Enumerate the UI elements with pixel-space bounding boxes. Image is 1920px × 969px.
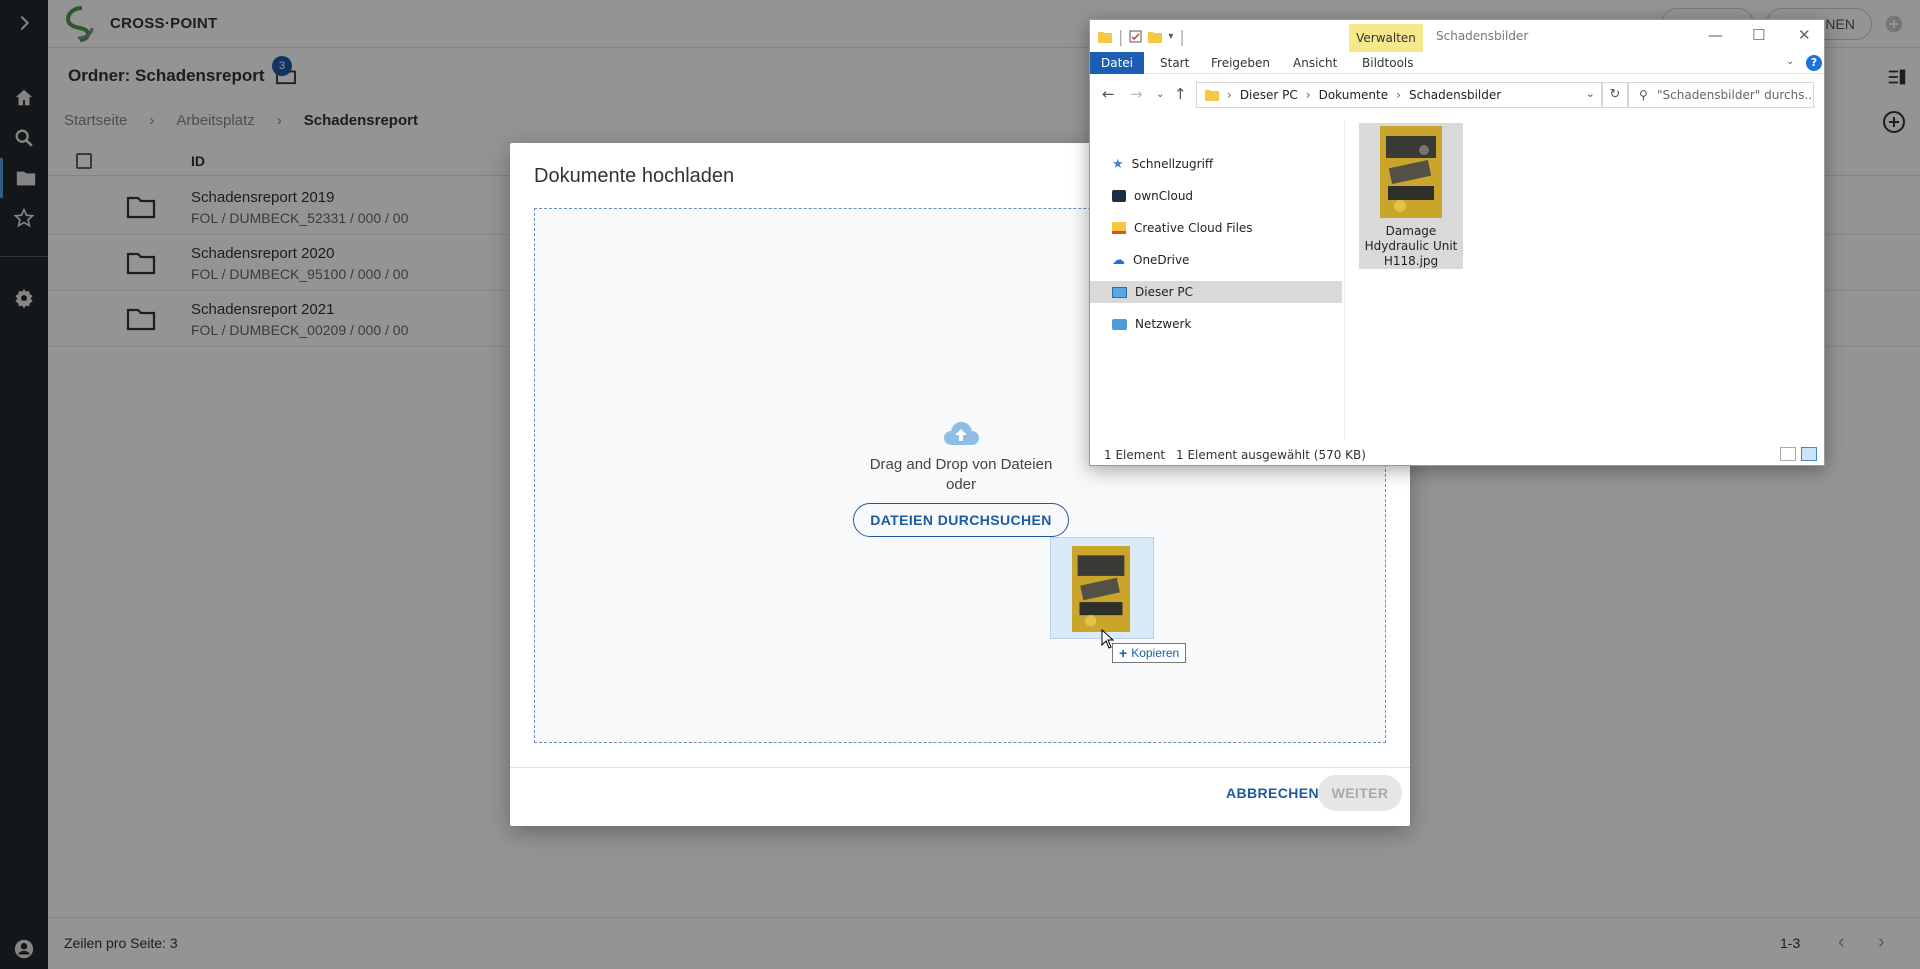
quick-access-toolbar: | ▾ | [1098, 27, 1185, 46]
toolbar-divider: | [1118, 27, 1124, 46]
sidebar-item-schnellzugriff[interactable]: ★ Schnellzugriff [1090, 153, 1342, 175]
ribbon-tab-bildtools[interactable]: Bildtools [1362, 56, 1414, 70]
address-separator-icon: › [1227, 88, 1232, 102]
drag-preview [1050, 537, 1154, 639]
computer-icon [1112, 286, 1127, 298]
address-bar[interactable]: › Dieser PC › Dokumente › Schadensbilder… [1196, 82, 1602, 108]
sidebar-item-owncloud[interactable]: ownCloud [1090, 185, 1342, 207]
dialog-divider [510, 767, 1410, 768]
recent-locations-chevron-icon[interactable]: ⌄ [1156, 89, 1164, 100]
network-icon [1112, 318, 1127, 330]
file-item-selected[interactable]: Damage Hdydraulic Unit H118.jpg [1359, 123, 1463, 269]
cancel-button[interactable]: ABBRECHEN [1226, 785, 1319, 801]
minimize-icon[interactable]: — [1708, 26, 1723, 44]
explorer-sidebar: ★ Schnellzugriff ownCloud Creative Cloud… [1090, 120, 1342, 440]
explorer-status-bar: 1 Element 1 Element ausgewählt (570 KB) [1090, 444, 1824, 466]
toolbar-divider: | [1179, 27, 1185, 46]
file-name-line: H118.jpg [1383, 254, 1439, 268]
up-arrow-icon[interactable]: ↑ [1174, 85, 1187, 103]
ribbon-tab-datei[interactable]: Datei [1090, 52, 1144, 74]
drop-zone-or: oder [945, 476, 977, 493]
status-item-count: 1 Element [1104, 448, 1166, 462]
image-thumbnail-icon [1380, 126, 1442, 218]
explorer-title-bar[interactable]: | ▾ | Verwalten Schadensbilder — ☐ ✕ [1090, 20, 1824, 52]
context-tab-verwalten[interactable]: Verwalten [1349, 24, 1423, 52]
search-placeholder: "Schadensbilder" durchs... [1657, 88, 1814, 102]
creative-cloud-folder-icon [1112, 222, 1126, 234]
sidebar-label: ownCloud [1134, 189, 1194, 203]
sidebar-item-dieser-pc[interactable]: Dieser PC [1090, 281, 1342, 303]
status-selection: 1 Element ausgewählt (570 KB) [1176, 448, 1366, 462]
new-folder-icon[interactable] [1148, 31, 1163, 43]
sidebar-item-creative-cloud[interactable]: Creative Cloud Files [1090, 217, 1342, 239]
back-arrow-icon[interactable]: ← [1102, 85, 1115, 103]
mouse-cursor-icon [1101, 629, 1115, 649]
window-title: Schadensbilder [1436, 29, 1529, 43]
customize-toolbar-icon[interactable]: ▾ [1168, 31, 1173, 42]
ribbon-tab-start[interactable]: Start [1160, 56, 1189, 70]
folder-icon [1098, 31, 1112, 43]
maximize-icon[interactable]: ☐ [1752, 26, 1765, 44]
ribbon-tab-ansicht[interactable]: Ansicht [1293, 56, 1337, 70]
file-name-line: Damage [1385, 224, 1437, 238]
close-icon[interactable]: ✕ [1798, 26, 1811, 44]
address-separator-icon: › [1305, 88, 1311, 102]
cloud-upload-icon [944, 422, 979, 445]
sidebar-label: OneDrive [1133, 253, 1190, 267]
next-button[interactable]: WEITER [1318, 775, 1402, 811]
sidebar-label: Schnellzugriff [1131, 157, 1214, 171]
address-segment-dokumente[interactable]: Dokumente [1319, 88, 1389, 102]
details-view-icon[interactable] [1780, 447, 1796, 461]
address-dropdown-chevron-icon[interactable]: ⌄ [1586, 87, 1595, 100]
address-segment-dieser-pc[interactable]: Dieser PC [1240, 88, 1298, 102]
address-segment-schadensbilder[interactable]: Schadensbilder [1409, 88, 1501, 102]
sidebar-item-netzwerk[interactable]: Netzwerk [1090, 313, 1342, 335]
expand-ribbon-chevron-icon[interactable]: ⌄ [1786, 56, 1794, 67]
large-icons-view-icon[interactable] [1801, 447, 1817, 461]
browse-files-button[interactable]: DATEIEN DURCHSUCHEN [853, 503, 1069, 537]
explorer-ribbon: Datei Start Freigeben Ansicht Bildtools … [1090, 52, 1824, 74]
address-separator-icon: › [1396, 88, 1401, 102]
owncloud-icon [1112, 190, 1126, 202]
dialog-title: Dokumente hochladen [534, 165, 735, 187]
explorer-navigation-bar: ← → ⌄ ↑ › Dieser PC › Dokumente › Schade… [1090, 76, 1824, 112]
sidebar-label: Netzwerk [1135, 317, 1192, 331]
search-icon: ⚲ [1639, 88, 1648, 102]
properties-icon[interactable] [1129, 30, 1142, 43]
dragged-image-thumbnail-icon [1072, 546, 1130, 632]
refresh-icon[interactable]: ↻ [1602, 82, 1628, 108]
onedrive-cloud-icon: ☁ [1112, 252, 1125, 268]
folder-icon [1205, 90, 1219, 101]
plus-icon: + [1119, 645, 1128, 661]
file-name-line: Hdydraulic Unit [1364, 239, 1458, 253]
ribbon-tab-freigeben[interactable]: Freigeben [1211, 56, 1270, 70]
sidebar-item-onedrive[interactable]: ☁ OneDrive [1090, 249, 1342, 271]
sidebar-label: Creative Cloud Files [1134, 221, 1253, 235]
explorer-search-input[interactable]: ⚲ "Schadensbilder" durchs... [1628, 82, 1814, 108]
help-icon[interactable]: ? [1806, 55, 1822, 71]
copy-drop-hint: + Kopieren [1112, 643, 1187, 663]
sidebar-label: Dieser PC [1135, 285, 1193, 299]
explorer-file-area: Damage Hdydraulic Unit H118.jpg [1344, 120, 1824, 440]
forward-arrow-icon[interactable]: → [1130, 85, 1143, 103]
file-explorer-window: | ▾ | Verwalten Schadensbilder — ☐ ✕ Dat… [1089, 19, 1825, 466]
copy-label: Kopieren [1131, 646, 1180, 660]
star-icon: ★ [1112, 156, 1124, 172]
